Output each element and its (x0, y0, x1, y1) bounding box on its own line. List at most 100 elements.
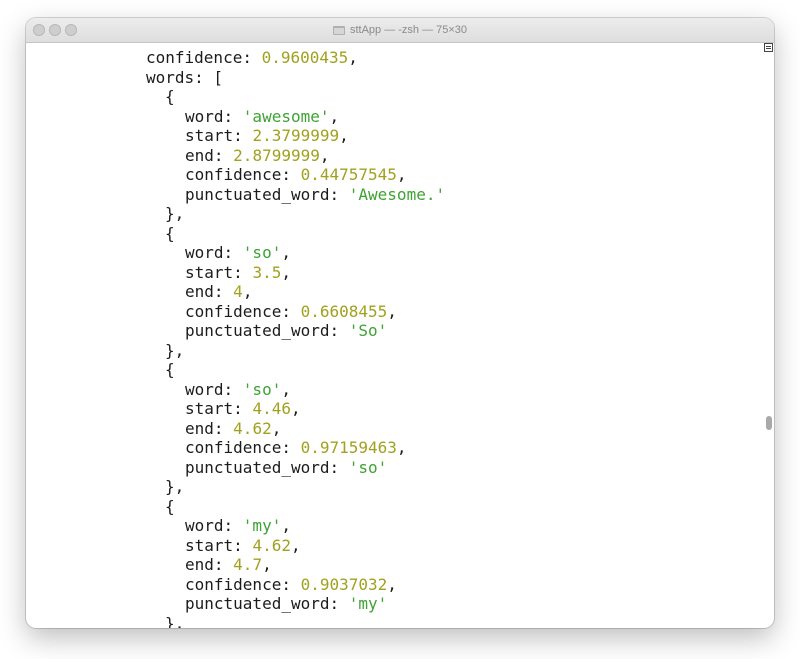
window-title: sttApp — -zsh — 75×30 (349, 24, 468, 36)
number-token: 4.62 (233, 418, 272, 438)
output-line: end: 4.62, (185, 419, 281, 439)
output-line: { (165, 224, 175, 244)
text-token: , (281, 516, 291, 535)
number-token: 4.7 (233, 555, 263, 574)
output-line: end: 4, (185, 282, 252, 302)
text-token: start: (185, 535, 253, 555)
output-line: end: 4.7, (185, 555, 272, 575)
output-line: punctuated_word: 'So' (185, 321, 387, 341)
text-token: punctuated_word: (185, 457, 349, 477)
text-token: confidence: (185, 438, 301, 457)
text-token: confidence: (146, 48, 262, 67)
output-line: end: 2.8799999, (185, 146, 330, 166)
output-line: confidence: 0.6608455, (185, 302, 397, 322)
output-line: { (165, 87, 175, 107)
text-token: , (281, 243, 291, 262)
text-token: , (329, 106, 340, 126)
string-token: 'awesome' (242, 106, 330, 126)
output-line: confidence: 0.44757545, (185, 165, 407, 185)
output-line: confidence: 0.9037032, (185, 575, 397, 595)
text-token: }, (165, 477, 185, 496)
text-token: word: (185, 106, 243, 126)
text-token: word: (185, 516, 243, 535)
text-token: , (319, 145, 330, 165)
text-token: words: [ (146, 67, 224, 87)
folder-icon (332, 25, 345, 35)
string-token: 'So' (348, 321, 388, 340)
text-token: word: (185, 243, 243, 262)
string-token: 'so' (348, 457, 388, 477)
text-token: punctuated_word: (185, 594, 349, 613)
text-token: , (339, 126, 349, 145)
text-token: }, (165, 613, 185, 629)
output-line: start: 4.62, (185, 536, 301, 556)
text-token: , (271, 418, 282, 438)
text-token: , (262, 555, 272, 574)
text-token: }, (165, 204, 185, 223)
text-token: start: (185, 126, 253, 145)
text-token: { (165, 87, 175, 106)
string-token: 'my' (242, 516, 282, 535)
output-line: }, (165, 477, 184, 497)
text-token: confidence: (185, 301, 301, 321)
text-token: end: (185, 555, 234, 574)
text-token: end: (185, 418, 234, 438)
output-line: word: 'awesome', (185, 107, 339, 127)
text-token: , (396, 165, 407, 184)
output-line: punctuated_word: 'so' (185, 458, 387, 478)
text-token: , (396, 438, 407, 457)
number-token: 2.3799999 (252, 126, 340, 145)
output-line: start: 4.46, (185, 399, 301, 419)
text-token: start: (185, 399, 253, 418)
text-token: , (281, 379, 291, 399)
output-line: confidence: 0.9600435, (146, 48, 358, 68)
output-line: start: 3.5, (185, 263, 291, 283)
text-token: start: (185, 262, 253, 282)
string-token: 'Awesome.' (348, 184, 446, 204)
output-line: { (165, 360, 175, 380)
text-token: punctuated_word: (185, 184, 349, 204)
output-line: { (165, 497, 175, 517)
text-token: confidence: (185, 574, 301, 594)
output-line: word: 'so', (185, 380, 291, 400)
string-token: 'my' (348, 594, 388, 613)
number-token: 0.6608455 (300, 301, 388, 321)
text-token: end: (185, 145, 234, 165)
text-token: , (290, 399, 301, 418)
number-token: 3.5 (252, 262, 282, 282)
text-token: end: (185, 282, 234, 301)
number-token: 0.44757545 (300, 165, 397, 184)
text-token: , (387, 301, 397, 321)
text-token: , (242, 282, 253, 301)
inspector-icon[interactable] (764, 43, 773, 52)
number-token: 0.97159463 (300, 438, 397, 457)
string-token: 'so' (242, 379, 282, 399)
terminal-window: sttApp — -zsh — 75×30 confidence: 0.9600… (26, 18, 774, 628)
output-line: punctuated_word: 'Awesome.' (185, 185, 445, 205)
terminal-output[interactable]: confidence: 0.9600435, words: [{word: 'aw… (26, 43, 774, 628)
text-token: , (290, 535, 301, 555)
output-line: punctuated_word: 'my' (185, 594, 387, 614)
string-token: 'so' (242, 243, 282, 262)
text-token: , (281, 262, 291, 282)
text-token: , (387, 574, 397, 594)
text-token: { (165, 360, 175, 379)
text-token: }, (165, 340, 185, 360)
text-token: { (165, 496, 175, 516)
output-line: words: [ (146, 68, 223, 88)
text-token: confidence: (185, 165, 301, 184)
number-token: 4.62 (252, 535, 291, 555)
number-token: 4.46 (252, 399, 291, 418)
number-token: 2.8799999 (233, 145, 320, 165)
text-token: , (348, 48, 358, 67)
window-title-area: sttApp — -zsh — 75×30 (26, 18, 774, 42)
output-line: start: 2.3799999, (185, 126, 349, 146)
output-line: }, (165, 341, 184, 361)
output-line: }, (165, 204, 184, 224)
title-bar[interactable]: sttApp — -zsh — 75×30 (26, 18, 774, 43)
text-token: word: (185, 379, 243, 399)
number-token: 0.9600435 (261, 48, 349, 67)
output-line: word: 'so', (185, 243, 291, 263)
output-line: confidence: 0.97159463, (185, 438, 407, 458)
scrollbar-thumb[interactable] (766, 416, 772, 430)
